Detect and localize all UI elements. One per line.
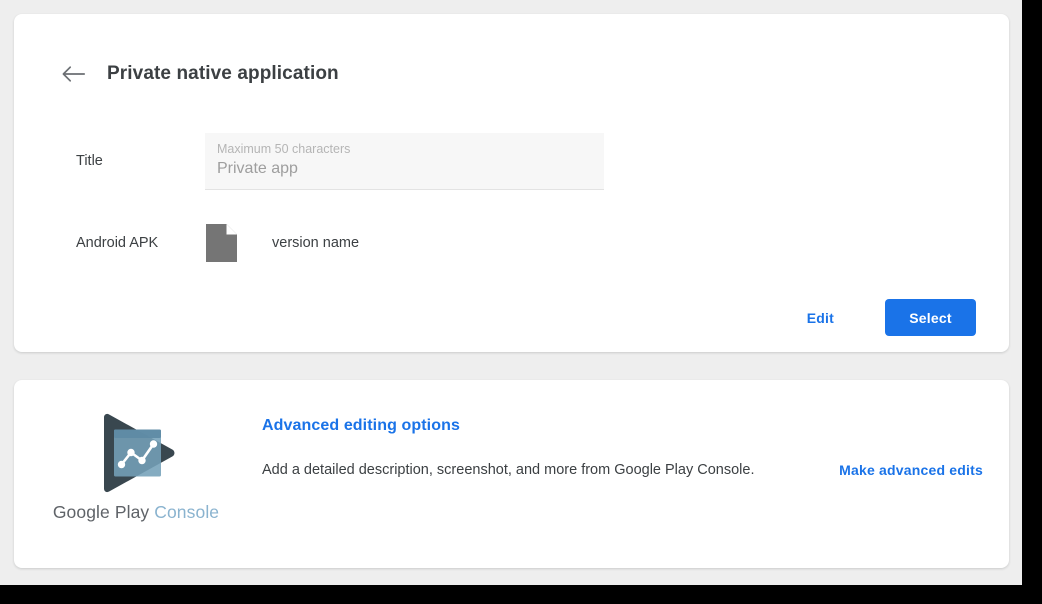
page-title: Private native application xyxy=(107,63,339,84)
android-apk-label: Android APK xyxy=(76,235,159,251)
advanced-editing-body: Advanced editing options Add a detailed … xyxy=(262,417,983,482)
advanced-editing-description-row: Add a detailed description, screenshot, … xyxy=(262,458,983,482)
page-header: Private native application xyxy=(58,58,339,90)
advanced-editing-description: Add a detailed description, screenshot, … xyxy=(262,462,755,478)
apk-file-row: version name xyxy=(206,224,359,262)
title-input[interactable]: Maximum 50 characters Private app xyxy=(205,133,604,190)
select-button[interactable]: Select xyxy=(885,299,976,336)
file-document-icon xyxy=(206,224,237,262)
advanced-editing-title[interactable]: Advanced editing options xyxy=(262,417,460,435)
arrow-left-icon[interactable] xyxy=(58,59,88,89)
app-viewport: Private native application Title Maximum… xyxy=(0,0,1042,604)
make-advanced-edits-button[interactable]: Make advanced edits xyxy=(815,458,983,482)
wordmark-console: Console xyxy=(154,502,220,522)
google-play-console-branding: Google Play Console xyxy=(51,412,221,523)
edit-button[interactable]: Edit xyxy=(799,301,842,335)
window-chrome-right xyxy=(1022,0,1042,604)
apk-version-name: version name xyxy=(272,235,360,251)
wordmark-google-play: Google Play xyxy=(52,502,150,522)
title-input-value: Private app xyxy=(217,160,298,177)
content-area: Private native application Title Maximum… xyxy=(0,0,1022,585)
advanced-editing-card: Google Play Console Advanced editing opt… xyxy=(14,380,1009,568)
title-input-hint: Maximum 50 characters xyxy=(217,142,351,156)
google-play-console-wordmark: Google Play Console xyxy=(53,502,219,523)
google-play-console-logo xyxy=(104,413,175,493)
app-details-actions: Edit Select xyxy=(799,299,976,336)
title-field-label: Title xyxy=(76,153,103,169)
app-details-card: Private native application Title Maximum… xyxy=(14,14,1009,352)
window-chrome-bottom xyxy=(0,585,1042,604)
